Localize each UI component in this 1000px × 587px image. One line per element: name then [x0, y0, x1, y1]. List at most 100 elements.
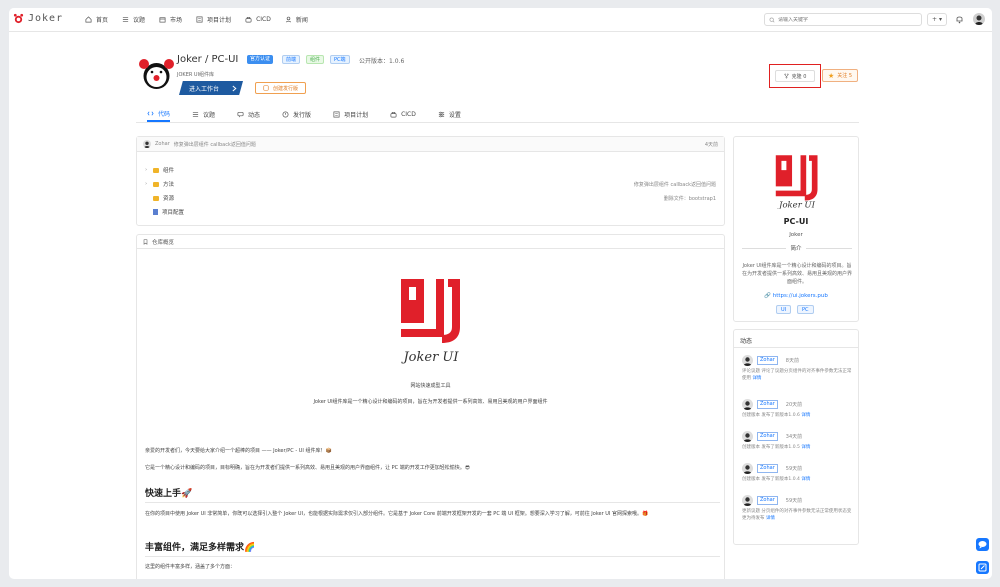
activity-detail-link[interactable]: 详情 — [801, 445, 810, 450]
readme-tagline: Joker UI组件库是一个精心设计和编码的项目，旨在为开发者提供一系列高效、易… — [313, 399, 548, 405]
activity-user[interactable]: Zohar — [757, 356, 778, 365]
activity-text: 创建版本 发布了新版本1.0.5 — [742, 445, 800, 450]
commit-message[interactable]: 修复弹出层组件 callback返回值问题 — [174, 141, 256, 148]
project-link[interactable]: 🔗 https://ui.jokers.pub — [734, 293, 858, 299]
nav-label: 议题 — [133, 17, 146, 24]
activity-user[interactable]: Zohar — [757, 400, 778, 409]
app-logo[interactable]: Joker — [13, 13, 63, 24]
file-commit-message[interactable]: 删除文件：bootstrap1 — [664, 195, 716, 202]
joker-ui-logo: Joker UI — [775, 155, 818, 209]
project-version: 公开版本：1.0.6 — [359, 58, 405, 65]
file-row[interactable]: 项目配置 — [145, 208, 184, 216]
activity-detail-link[interactable]: 详情 — [766, 516, 775, 521]
folder-icon — [153, 167, 159, 173]
project-description: JOKER UI组件库 — [177, 72, 215, 78]
nav-market[interactable]: 市场 — [159, 15, 182, 24]
follow-button[interactable]: ★ 关注 5 — [822, 69, 858, 82]
readme-heading-components: 丰富组件，满足多样需求🌈 — [145, 540, 720, 557]
enter-workspace-button[interactable]: 进入工作台 — [179, 81, 243, 95]
activity-item: Zohar 59天前 更新议题 分页组件的对齐事件参数无法正常使用状态变更为待发布… — [742, 495, 855, 522]
clone-highlight-box: 克隆 0 — [769, 64, 821, 88]
readme-paragraph: 它是一个精心设计和编码的项目，目标明确，旨在为开发者们提供一系列高效、易用且美观… — [145, 465, 470, 471]
activity-text: 创建版本 发布了新版本1.0.4 — [742, 477, 800, 482]
clone-label: 克隆 0 — [791, 73, 807, 80]
tab-label: 动态 — [248, 111, 261, 119]
list-icon — [192, 111, 199, 117]
search-icon — [769, 17, 775, 22]
tab-code[interactable]: 代码 — [147, 106, 171, 122]
nav-plan[interactable]: 项目计划 — [196, 15, 231, 24]
activity-user[interactable]: Zohar — [757, 496, 778, 505]
readme-paragraph: 亲爱的开发者们，今天要给大家介绍一个超棒的项目 —— Joker/PC - UI… — [145, 448, 332, 454]
badge-pc: PC端 — [330, 55, 350, 64]
store-icon — [159, 17, 166, 23]
chat-float-button[interactable] — [976, 538, 989, 551]
avatar-image — [743, 357, 752, 366]
clone-button[interactable]: 克隆 0 — [775, 70, 815, 82]
avatar — [742, 463, 753, 474]
tab-label: 代码 — [158, 110, 171, 118]
activity-item: Zohar 8天前 评论议题 评论了议题分页组件的对齐事件参数无法正常使用 详情 — [742, 355, 855, 382]
search-box[interactable] — [764, 13, 922, 26]
activity-text-wrap: 创建版本 发布了新版本1.0.5 详情 — [742, 444, 855, 451]
nav-home[interactable]: 首页 — [85, 15, 108, 24]
readme-subtitle: 网站快速成型工具 — [410, 383, 451, 389]
project-info-card: Joker UI PC-UI Joker 简介 Joker UI组件库是一个精心… — [733, 136, 859, 322]
follow-label: 关注 5 — [837, 73, 853, 79]
intro-title: 简介 — [786, 246, 806, 252]
nav-news[interactable]: 新闻 — [285, 15, 308, 24]
file-row[interactable]: 资源 — [145, 194, 174, 202]
avatar-image — [743, 465, 752, 474]
activity-time: 8天前 — [785, 358, 799, 364]
tag-pc[interactable]: PC — [797, 305, 814, 314]
chevron-right-icon: › — [145, 181, 148, 187]
project-title[interactable]: Joker / PC-UI — [177, 54, 238, 65]
badge-official: 官方认证 — [247, 55, 274, 64]
search-input[interactable] — [778, 16, 918, 23]
file-row[interactable]: › 方法 — [145, 180, 174, 188]
tab-issues[interactable]: 议题 — [192, 106, 215, 122]
activity-user[interactable]: Zohar — [757, 432, 778, 441]
file-commit-message[interactable]: 修复弹出层组件 callback返回值问题 — [634, 181, 716, 188]
activity-user[interactable]: Zohar — [757, 464, 778, 473]
tab-plan[interactable]: 项目计划 — [333, 106, 368, 122]
commit-author[interactable]: Zohar — [155, 141, 170, 147]
create-menu-button[interactable]: + ▾ — [927, 13, 947, 26]
tab-label: 议题 — [203, 111, 216, 119]
project-owner[interactable]: Joker — [734, 232, 858, 238]
activity-detail-link[interactable]: 详情 — [801, 413, 810, 418]
activity-detail-link[interactable]: 详情 — [801, 477, 810, 482]
edit-float-button[interactable] — [976, 561, 989, 574]
tag-ui[interactable]: UI — [776, 305, 792, 314]
nav-label: 市场 — [170, 17, 183, 24]
file-tree-panel: Zohar 修复弹出层组件 callback返回值问题 4天前 › 组件 › 方法 … — [136, 136, 725, 226]
home-icon — [85, 16, 92, 23]
nav-issues[interactable]: 议题 — [122, 15, 145, 24]
tab-activity[interactable]: 动态 — [237, 106, 260, 122]
avatar-image — [973, 13, 985, 25]
avatar — [143, 140, 151, 148]
tab-cicd[interactable]: CICD — [390, 106, 416, 122]
activity-detail-link[interactable]: 详情 — [752, 376, 761, 381]
tab-settings[interactable]: 设置 — [438, 106, 461, 122]
plan-icon — [196, 16, 203, 23]
file-name: 项目配置 — [162, 210, 185, 216]
main-nav: 首页 议题 市场 项目计划 CICD 新闻 — [85, 15, 322, 24]
bell-icon[interactable] — [955, 14, 964, 24]
file-row[interactable]: › 组件 — [145, 166, 174, 174]
create-release-label: 创建发行版 — [272, 85, 298, 92]
config-file-icon — [153, 209, 158, 215]
readme-heading-quickstart: 快速上手🚀 — [145, 486, 720, 503]
avatar — [742, 399, 753, 410]
create-release-button[interactable]: 创建发行版 — [255, 82, 306, 94]
user-avatar[interactable] — [973, 13, 985, 25]
nav-cicd[interactable]: CICD — [245, 15, 271, 24]
tab-releases[interactable]: 发行版 — [282, 106, 311, 122]
settings-icon — [438, 111, 444, 117]
chevron-right-icon — [232, 85, 237, 91]
commit-time: 4天前 — [704, 141, 718, 148]
bookmark-icon — [143, 238, 148, 245]
joker-logo-icon — [13, 13, 24, 24]
activity-time: 34天前 — [785, 434, 803, 440]
activity-time: 59天前 — [785, 466, 803, 472]
